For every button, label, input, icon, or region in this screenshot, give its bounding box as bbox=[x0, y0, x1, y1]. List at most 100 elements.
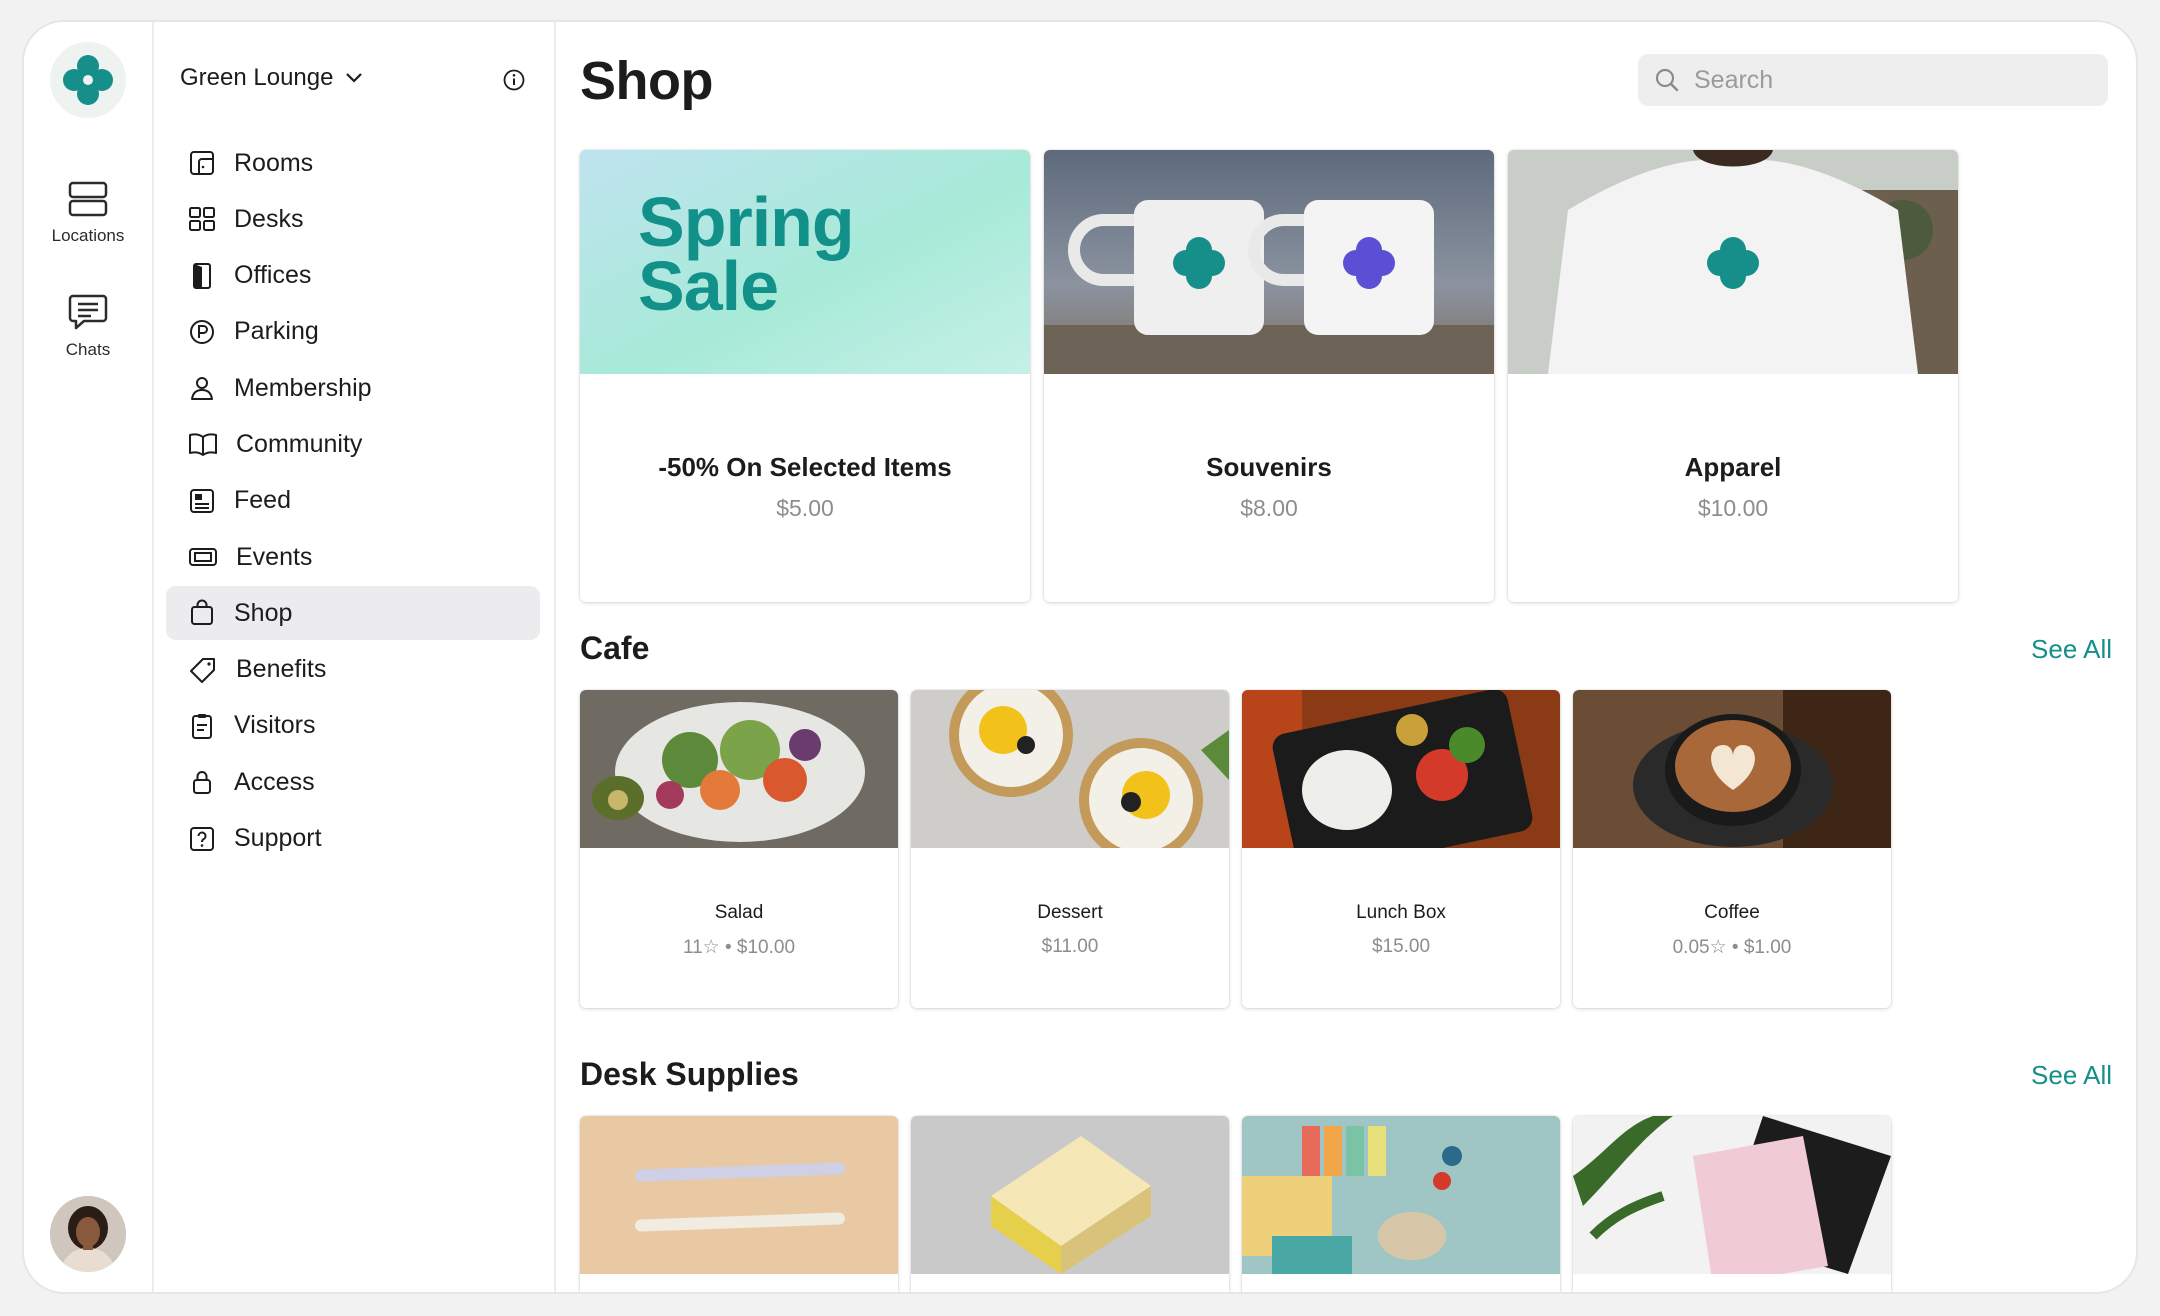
product-title: Salad bbox=[714, 902, 764, 923]
notes-photo bbox=[911, 1116, 1229, 1274]
sidebar-item-label: Rooms bbox=[234, 148, 314, 177]
dessert-image bbox=[911, 690, 1229, 848]
sidebar-item-parking[interactable]: Parking bbox=[166, 305, 540, 359]
stationery-photo bbox=[1242, 1116, 1560, 1274]
sidebar-item-visitors[interactable]: Visitors bbox=[166, 699, 540, 753]
desk-card-notebook[interactable] bbox=[1573, 1116, 1891, 1292]
desk-card-stationery[interactable] bbox=[1242, 1116, 1560, 1292]
tshirt-photo bbox=[1508, 150, 1958, 374]
sidebar-item-support[interactable]: Support bbox=[166, 812, 540, 866]
flower-logo-icon bbox=[63, 55, 113, 105]
location-info-button[interactable] bbox=[502, 68, 526, 97]
product-title: -50% On Selected Items bbox=[658, 452, 952, 482]
pens-image bbox=[580, 1116, 898, 1274]
book-icon bbox=[189, 433, 217, 457]
page-title: Shop bbox=[580, 51, 713, 111]
sidebar-item-shop[interactable]: Shop bbox=[166, 586, 540, 641]
search-box[interactable] bbox=[1638, 54, 2108, 106]
cafe-card-coffee[interactable]: Coffee 0.05☆ • $1.00 bbox=[1573, 690, 1891, 1008]
info-icon bbox=[503, 69, 525, 91]
lock-icon bbox=[193, 771, 211, 795]
sidebar-item-label: Benefits bbox=[236, 655, 327, 684]
sidebar-item-membership[interactable]: Membership bbox=[166, 361, 540, 415]
product-price: $8.00 bbox=[1240, 495, 1298, 521]
desk-supplies-see-all-link[interactable]: See All bbox=[2031, 1060, 2112, 1091]
featured-card-sale[interactable]: Spring Sale -50% On Selected Items $5.00 bbox=[580, 150, 1030, 602]
main-content: Shop Search Spring Sale -50% On Selected… bbox=[556, 22, 2136, 1292]
location-name: Green Lounge bbox=[180, 64, 334, 91]
banner-text-sale: Sale bbox=[638, 247, 779, 325]
sidebar-item-offices[interactable]: Offices bbox=[166, 249, 540, 303]
sidebar-item-access[interactable]: Access bbox=[166, 755, 540, 809]
sidebar-item-label: Visitors bbox=[234, 711, 316, 740]
user-avatar[interactable] bbox=[50, 1196, 126, 1272]
help-icon bbox=[190, 826, 214, 851]
featured-card-apparel[interactable]: Apparel $10.00 bbox=[1508, 150, 1958, 602]
featured-caption: Apparel $10.00 bbox=[1508, 452, 1958, 522]
sidebar-item-label: Events bbox=[236, 542, 313, 571]
sidebar-item-rooms[interactable]: Rooms bbox=[166, 136, 540, 190]
pens-photo bbox=[580, 1116, 898, 1274]
search-icon bbox=[1655, 68, 1679, 92]
cafe-caption: Coffee 0.05☆ • $1.00 bbox=[1573, 902, 1891, 959]
news-icon bbox=[190, 488, 214, 513]
sidebar-item-feed[interactable]: Feed bbox=[166, 474, 540, 528]
sidebar: Green Lounge Rooms Desks Offices Parking… bbox=[154, 22, 556, 1292]
mugs-image bbox=[1044, 150, 1494, 374]
sidebar-item-label: Feed bbox=[234, 486, 291, 515]
app-rail: Locations Chats bbox=[24, 22, 154, 1292]
product-title: Apparel bbox=[1684, 452, 1782, 482]
cafe-caption: Salad 11☆ • $10.00 bbox=[580, 902, 898, 959]
desk-card-pens[interactable] bbox=[580, 1116, 898, 1292]
sidebar-item-events[interactable]: Events bbox=[166, 530, 540, 584]
stationery-image bbox=[1242, 1116, 1560, 1274]
sidebar-item-label: Access bbox=[234, 767, 315, 796]
locations-icon bbox=[68, 181, 108, 217]
office-door-icon bbox=[193, 262, 211, 289]
person-icon bbox=[191, 377, 213, 401]
sidebar-item-label: Community bbox=[236, 429, 363, 458]
bag-icon bbox=[191, 599, 213, 626]
banner-text-spring: Spring bbox=[638, 183, 855, 261]
notebook-photo bbox=[1573, 1116, 1891, 1274]
tag-icon bbox=[190, 657, 215, 683]
location-switcher[interactable]: Green Lounge bbox=[180, 64, 363, 92]
cafe-card-lunch-box[interactable]: Lunch Box $15.00 bbox=[1242, 690, 1560, 1008]
lunch-box-image bbox=[1242, 690, 1560, 848]
product-price: 0.05☆ • $1.00 bbox=[1672, 937, 1792, 958]
coffee-image bbox=[1573, 690, 1891, 848]
sidebar-item-label: Membership bbox=[234, 373, 372, 402]
parking-icon bbox=[190, 319, 214, 344]
rail-label-chats: Chats bbox=[65, 340, 111, 359]
sidebar-item-desks[interactable]: Desks bbox=[166, 192, 540, 246]
avatar-portrait bbox=[50, 1196, 126, 1272]
sticky-notes-image bbox=[911, 1116, 1229, 1274]
sidebar-item-label: Offices bbox=[234, 261, 312, 290]
lunch-box-photo bbox=[1242, 690, 1560, 848]
product-title: Dessert bbox=[1037, 902, 1103, 923]
sidebar-item-benefits[interactable]: Benefits bbox=[166, 643, 540, 697]
sidebar-nav: Rooms Desks Offices Parking Membership C… bbox=[166, 136, 540, 868]
product-title: Souvenirs bbox=[1206, 452, 1332, 482]
desk-card-notes[interactable] bbox=[911, 1116, 1229, 1292]
sidebar-item-community[interactable]: Community bbox=[166, 417, 540, 471]
featured-card-souvenirs[interactable]: Souvenirs $8.00 bbox=[1044, 150, 1494, 602]
cafe-see-all-link[interactable]: See All bbox=[2031, 634, 2112, 665]
featured-caption: Souvenirs $8.00 bbox=[1044, 452, 1494, 522]
salad-image bbox=[580, 690, 898, 848]
coffee-photo bbox=[1573, 690, 1891, 848]
cafe-caption: Dessert $11.00 bbox=[911, 902, 1229, 958]
rail-item-chats[interactable]: Chats bbox=[24, 292, 152, 360]
cafe-card-salad[interactable]: Salad 11☆ • $10.00 bbox=[580, 690, 898, 1008]
sidebar-item-label: Parking bbox=[234, 317, 319, 346]
app-logo[interactable] bbox=[50, 42, 126, 118]
cafe-caption: Lunch Box $15.00 bbox=[1242, 902, 1560, 958]
app-window: Locations Chats Green Lounge Rooms Desks… bbox=[24, 22, 2136, 1292]
cafe-card-dessert[interactable]: Dessert $11.00 bbox=[911, 690, 1229, 1008]
rail-label-locations: Locations bbox=[51, 226, 125, 245]
sidebar-item-label: Shop bbox=[234, 598, 293, 627]
rail-item-locations[interactable]: Locations bbox=[24, 180, 152, 246]
search-input[interactable] bbox=[1692, 64, 2096, 96]
mugs-photo bbox=[1044, 150, 1494, 374]
clipboard-icon bbox=[192, 713, 212, 739]
